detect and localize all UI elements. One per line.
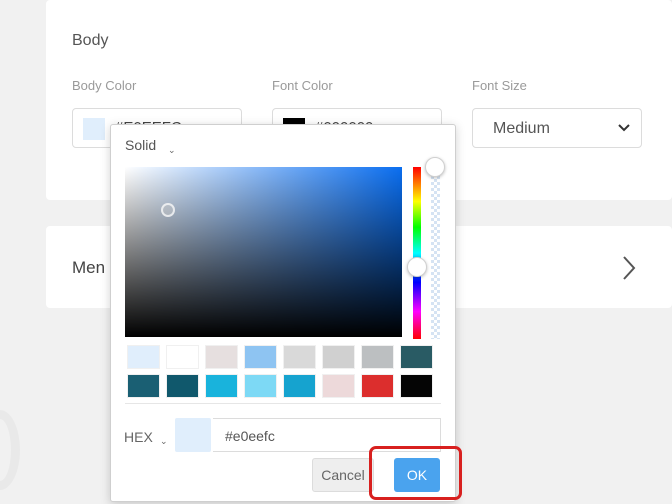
preset-swatch[interactable]: [283, 345, 316, 369]
preset-swatch[interactable]: [127, 345, 160, 369]
saturation-value-area[interactable]: [125, 167, 402, 337]
color-format-dropdown[interactable]: HEX: [124, 429, 153, 445]
divider: [125, 403, 441, 404]
font-size-select[interactable]: Medium: [472, 108, 642, 148]
preset-swatch[interactable]: [166, 374, 199, 398]
chevron-down-icon[interactable]: ⌄: [160, 436, 168, 447]
preset-swatch[interactable]: [283, 374, 316, 398]
cancel-button[interactable]: Cancel: [312, 458, 374, 492]
chevron-down-icon: [618, 124, 630, 132]
section-title-menu: Men: [72, 258, 106, 277]
preset-swatch[interactable]: [205, 345, 238, 369]
current-color-preview: [175, 418, 211, 452]
font-size-label: Font Size: [472, 78, 527, 93]
hue-slider-knob[interactable]: [407, 257, 427, 277]
preset-swatch[interactable]: [400, 374, 433, 398]
saturation-handle[interactable]: [161, 203, 175, 217]
body-color-label: Body Color: [72, 78, 137, 93]
preset-swatch[interactable]: [244, 345, 277, 369]
preset-swatch[interactable]: [205, 374, 238, 398]
preset-swatches: [127, 345, 439, 398]
preset-swatch[interactable]: [244, 374, 277, 398]
preset-swatch[interactable]: [322, 345, 355, 369]
alpha-slider-knob[interactable]: [425, 157, 445, 177]
font-color-label: Font Color: [272, 78, 333, 93]
preset-swatch[interactable]: [166, 345, 199, 369]
preset-swatch[interactable]: [361, 345, 394, 369]
body-color-swatch[interactable]: [83, 118, 105, 140]
hue-slider[interactable]: [413, 167, 421, 339]
preset-swatch[interactable]: [400, 345, 433, 369]
preset-swatch[interactable]: [361, 374, 394, 398]
hex-value: #e0eefc: [225, 428, 275, 444]
fill-mode-dropdown[interactable]: Solid: [125, 137, 156, 153]
decorative-ring: [0, 410, 20, 490]
alpha-slider[interactable]: [431, 167, 440, 339]
chevron-right-icon[interactable]: [620, 254, 638, 282]
preset-swatch[interactable]: [127, 374, 160, 398]
preset-swatch[interactable]: [322, 374, 355, 398]
font-size-selected: Medium: [493, 120, 550, 137]
section-title-body: Body: [72, 32, 109, 49]
chevron-down-icon[interactable]: ⌄: [168, 145, 176, 156]
ok-button-highlight: [369, 446, 462, 500]
